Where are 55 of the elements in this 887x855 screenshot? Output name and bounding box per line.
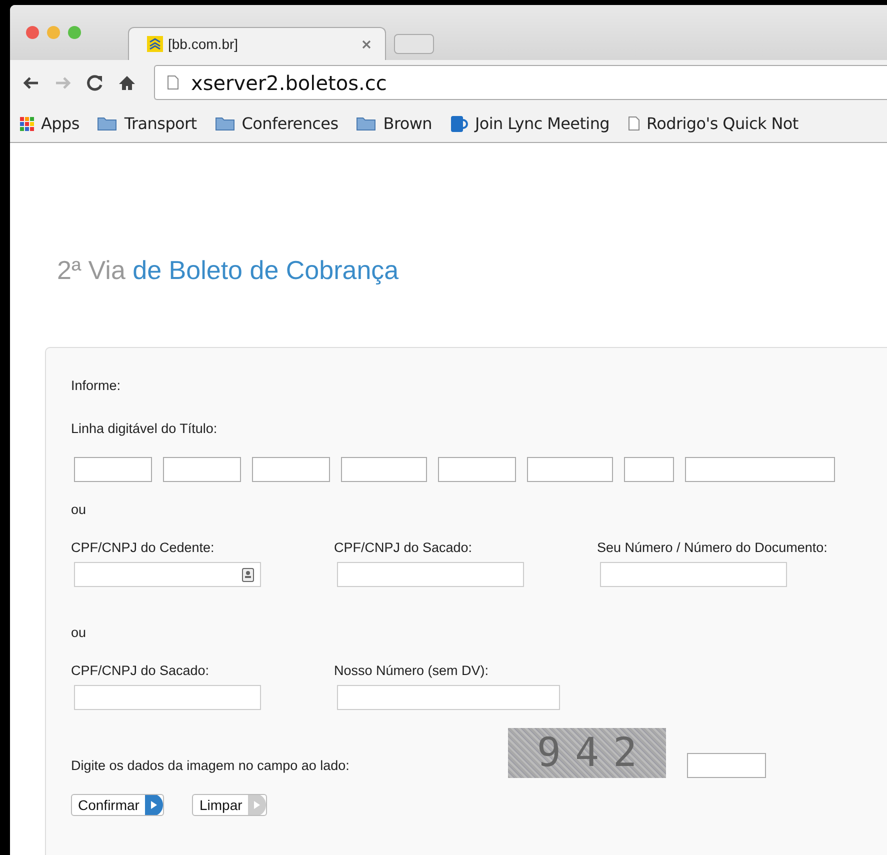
input-field[interactable]	[74, 685, 261, 710]
page-icon	[628, 116, 640, 131]
address-bar[interactable]: xserver2.boletos.cc	[154, 65, 887, 100]
input-field[interactable]	[337, 562, 524, 587]
browser-tab[interactable]: [bb.com.br]	[128, 27, 386, 60]
close-light[interactable]	[26, 26, 39, 39]
input-field[interactable]	[438, 457, 516, 482]
input-field[interactable]	[74, 457, 152, 482]
captcha-label: Digite os dados da imagem no campo ao lado:	[71, 758, 350, 774]
field-label: Nosso Número (sem DV):	[334, 663, 490, 679]
page-icon	[167, 75, 179, 90]
page-title: 2ª Via de Boleto de Cobrança	[57, 255, 400, 285]
field-label: Linha digitável do Título:	[71, 421, 218, 437]
field-label: Seu Número / Número do Documento:	[597, 540, 828, 556]
input-field[interactable]	[163, 457, 241, 482]
input-field[interactable]	[252, 457, 330, 482]
folder-icon	[97, 116, 118, 131]
bookmark[interactable]: Conferences	[214, 114, 338, 133]
contact-card-icon	[242, 568, 254, 582]
close-icon[interactable]	[362, 40, 371, 48]
new-tab-button[interactable]	[394, 34, 434, 54]
forward-icon[interactable]	[54, 74, 72, 90]
stripes-icon	[147, 36, 163, 52]
input-field[interactable]	[600, 562, 787, 587]
captcha-image: 942	[508, 728, 666, 778]
input-field[interactable]	[685, 457, 835, 482]
bookmark[interactable]: Rodrigo's Quick Not	[628, 114, 798, 133]
minimize-light[interactable]	[47, 26, 60, 39]
input-field[interactable]	[341, 457, 427, 482]
folder-icon	[214, 116, 235, 131]
zoom-light[interactable]	[68, 26, 81, 39]
separator-label: ou	[71, 625, 88, 641]
play-icon	[248, 795, 266, 815]
play-icon	[145, 795, 164, 815]
field-label: CPF/CNPJ do Cedente:	[71, 540, 216, 556]
input-field[interactable]	[527, 457, 613, 482]
bookmark[interactable]: Apps	[20, 114, 80, 133]
input-field[interactable]	[74, 562, 261, 587]
input-field[interactable]	[624, 457, 674, 482]
intro-label: Informe:	[71, 378, 122, 394]
separator-label: ou	[71, 502, 88, 518]
form-button[interactable]: Limpar	[192, 794, 268, 816]
bookmark[interactable]: Transport	[97, 114, 197, 133]
captcha-field[interactable]	[687, 753, 766, 778]
folder-icon	[356, 116, 376, 131]
input-field[interactable]	[337, 685, 560, 710]
bookmark[interactable]: Brown	[356, 114, 432, 133]
reload-icon[interactable]	[86, 74, 104, 92]
home-icon[interactable]	[118, 74, 136, 92]
apps-grid-icon	[20, 116, 34, 130]
field-label: CPF/CNPJ do Sacado:	[334, 540, 474, 556]
back-icon[interactable]	[22, 74, 40, 90]
form-button[interactable]: Confirmar	[71, 794, 164, 816]
field-label: CPF/CNPJ do Sacado:	[71, 663, 210, 679]
bookmark[interactable]: Join Lync Meeting	[450, 114, 610, 133]
